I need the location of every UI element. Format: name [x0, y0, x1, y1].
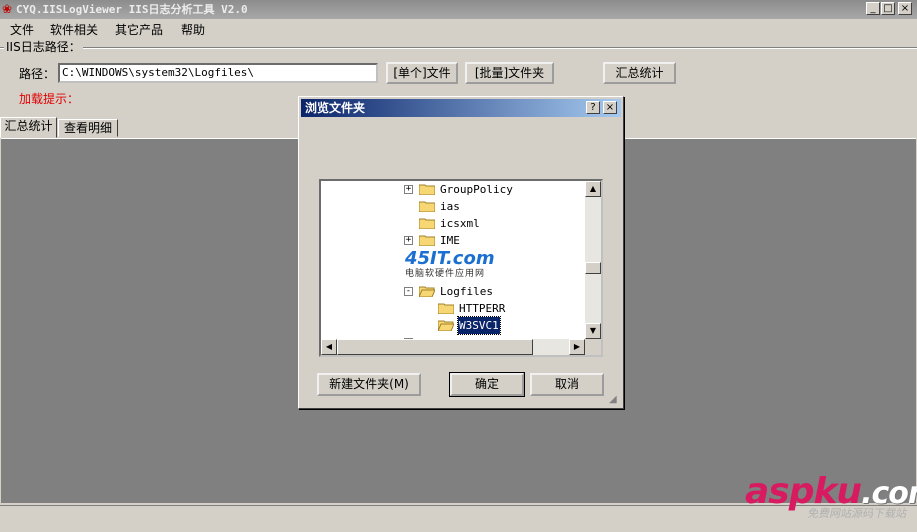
tree-item-w3svc1[interactable]: W3SVC1: [321, 316, 581, 335]
logo-main-text: aspku: [745, 471, 862, 512]
path-group-label: IIS日志路径：: [4, 40, 83, 54]
single-file-button[interactable]: [单个]文件: [386, 62, 458, 84]
folder-icon: [419, 184, 435, 195]
tree-item-label: IME: [440, 234, 460, 247]
tree-item-ias[interactable]: ias: [321, 198, 581, 215]
folder-tree[interactable]: + GroupPolicy ias icsxml + IME 45IT.com …: [319, 179, 603, 357]
menu-software[interactable]: 软件相关: [50, 22, 98, 38]
close-button[interactable]: ×: [898, 2, 912, 15]
scroll-right-arrow-icon[interactable]: ▶: [569, 339, 585, 355]
maximize-button[interactable]: □: [881, 2, 895, 15]
expand-plus-icon[interactable]: +: [404, 236, 413, 245]
scroll-up-arrow-icon[interactable]: ▲: [585, 181, 601, 197]
logo-suffix-text: .com: [861, 476, 917, 511]
tree-item-logfiles[interactable]: - Logfiles: [321, 283, 581, 300]
path-label: 路径：: [19, 67, 56, 81]
open-folder-icon: [419, 286, 435, 297]
tree-item-label: Logfiles: [440, 285, 493, 298]
overlay-logo-text: 45IT.com: [405, 248, 495, 269]
tree-horizontal-scrollbar[interactable]: ◀ ▶: [321, 339, 585, 355]
batch-folder-button[interactable]: [批量]文件夹: [465, 62, 554, 84]
tree-item-httperr[interactable]: HTTPERR: [321, 300, 581, 317]
group-divider: [0, 47, 917, 49]
tree-vertical-scrollbar[interactable]: ▲ ▼: [585, 181, 601, 339]
open-folder-icon: [438, 320, 454, 331]
folder-icon: [419, 235, 435, 246]
tree-item-label: GroupPolicy: [440, 183, 513, 196]
horizontal-scroll-thumb[interactable]: [337, 339, 533, 355]
dialog-title: 浏览文件夹: [305, 101, 366, 115]
minimize-button[interactable]: _: [866, 2, 880, 15]
summary-stats-button[interactable]: 汇总统计: [603, 62, 676, 84]
collapse-minus-icon[interactable]: -: [404, 287, 413, 296]
cancel-button[interactable]: 取消: [530, 373, 604, 396]
resize-grip-icon[interactable]: ◢: [609, 395, 621, 407]
menu-other-products[interactable]: 其它产品: [115, 22, 163, 38]
scroll-thumb[interactable]: [585, 262, 601, 274]
dialog-close-button[interactable]: ×: [603, 101, 617, 114]
scroll-left-arrow-icon[interactable]: ◀: [321, 339, 337, 355]
window-title: CYQ.IISLogViewer IIS日志分析工具 V2.0: [16, 3, 248, 16]
dialog-title-bar: 浏览文件夹 ? ×: [301, 99, 621, 117]
scroll-down-arrow-icon[interactable]: ▼: [585, 323, 601, 339]
tree-item-label: HTTPERR: [459, 302, 506, 315]
aspku-logo: aspku.com: [745, 474, 917, 512]
dialog-help-button[interactable]: ?: [586, 101, 600, 114]
path-input[interactable]: C:\WINDOWS\system32\Logfiles\: [58, 63, 378, 83]
new-folder-button[interactable]: 新建文件夹(M): [317, 373, 421, 396]
tree-item-grouppolicy[interactable]: + GroupPolicy: [321, 181, 581, 198]
tree-item-icsxml[interactable]: icsxml: [321, 215, 581, 232]
scrollbar-corner: [585, 339, 601, 355]
app-icon: ❀: [2, 2, 13, 16]
tab-summary[interactable]: 汇总统计: [0, 117, 57, 138]
tab-details[interactable]: 查看明细: [58, 119, 118, 137]
ok-button[interactable]: 确定: [449, 372, 525, 397]
folder-icon: [438, 303, 454, 314]
folder-icon: [419, 201, 435, 212]
site-logo-overlay: 45IT.com 电脑软硬件应用网: [405, 249, 515, 283]
expand-plus-icon[interactable]: +: [404, 185, 413, 194]
tree-item-ime[interactable]: + IME: [321, 232, 581, 249]
tree-item-label: icsxml: [440, 217, 480, 230]
tree-item-label: ias: [440, 200, 460, 213]
overlay-logo-subtitle: 电脑软硬件应用网: [405, 269, 486, 279]
browse-folder-dialog: 浏览文件夹 ? × + GroupPolicy ias icsxml + IME…: [298, 96, 624, 409]
tree-item-label-selected: W3SVC1: [457, 316, 501, 335]
menu-help[interactable]: 帮助: [181, 22, 205, 38]
load-hint-label: 加载提示：: [19, 92, 80, 106]
menu-file[interactable]: 文件: [10, 22, 34, 38]
folder-icon: [419, 218, 435, 229]
